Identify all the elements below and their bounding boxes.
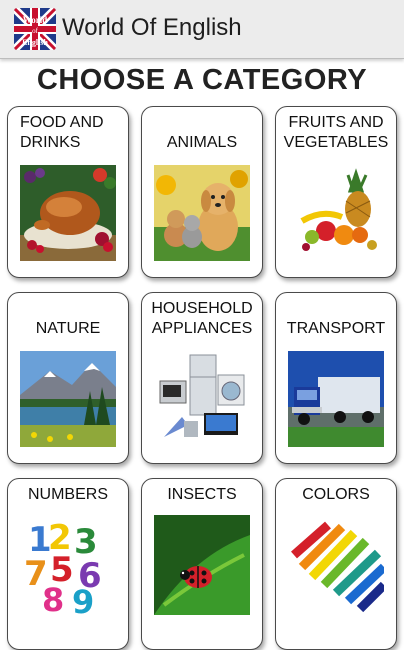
svg-text:9: 9 [72, 583, 94, 615]
app-bar: World of English World Of English [0, 0, 404, 59]
colorful-numbers-image: 1 2 3 7 5 6 8 9 [20, 515, 116, 615]
mountain-lake-image [20, 351, 116, 447]
category-label: HOUSEHOLD APPLIANCES [151, 300, 253, 337]
category-label: FOOD AND DRINKS [20, 114, 104, 151]
svg-text:of: of [32, 27, 39, 35]
category-card-insects[interactable]: INSECTS [141, 478, 263, 650]
svg-text:English: English [22, 38, 48, 47]
category-label: NUMBERS [27, 486, 108, 503]
colored-pencils-image [288, 515, 384, 615]
fruits-image [288, 165, 384, 261]
ladybug-image [154, 515, 250, 615]
truck-image [288, 351, 384, 447]
category-label: TRANSPORT [286, 320, 386, 337]
puppy-kittens-image [154, 165, 250, 261]
roast-turkey-image [20, 165, 116, 261]
app-title: World Of English [62, 14, 242, 41]
category-card-nature[interactable]: NATURE [7, 292, 129, 464]
category-label: INSECTS [167, 486, 237, 503]
category-card-fruits-and-vegetables[interactable]: FRUITS AND VEGETABLES [275, 106, 397, 278]
category-label: ANIMALS [166, 134, 238, 151]
category-card-animals[interactable]: ANIMALS [141, 106, 263, 278]
svg-text:World: World [23, 15, 48, 25]
category-card-numbers[interactable]: NUMBERS 1 2 3 7 5 6 8 9 [7, 478, 129, 650]
category-label: FRUITS AND VEGETABLES [283, 114, 389, 151]
category-card-food-and-drinks[interactable]: FOOD AND DRINKS [7, 106, 129, 278]
category-label: COLORS [302, 486, 370, 503]
category-card-colors[interactable]: COLORS [275, 478, 397, 650]
appliances-image [154, 351, 250, 447]
uk-flag-app-icon[interactable]: World of English [14, 8, 56, 50]
category-label: NATURE [35, 320, 101, 337]
category-card-transport[interactable]: TRANSPORT [275, 292, 397, 464]
page-heading: CHOOSE A CATEGORY [36, 64, 368, 96]
category-card-household-appliances[interactable]: HOUSEHOLD APPLIANCES [141, 292, 263, 464]
svg-text:8: 8 [42, 581, 64, 615]
